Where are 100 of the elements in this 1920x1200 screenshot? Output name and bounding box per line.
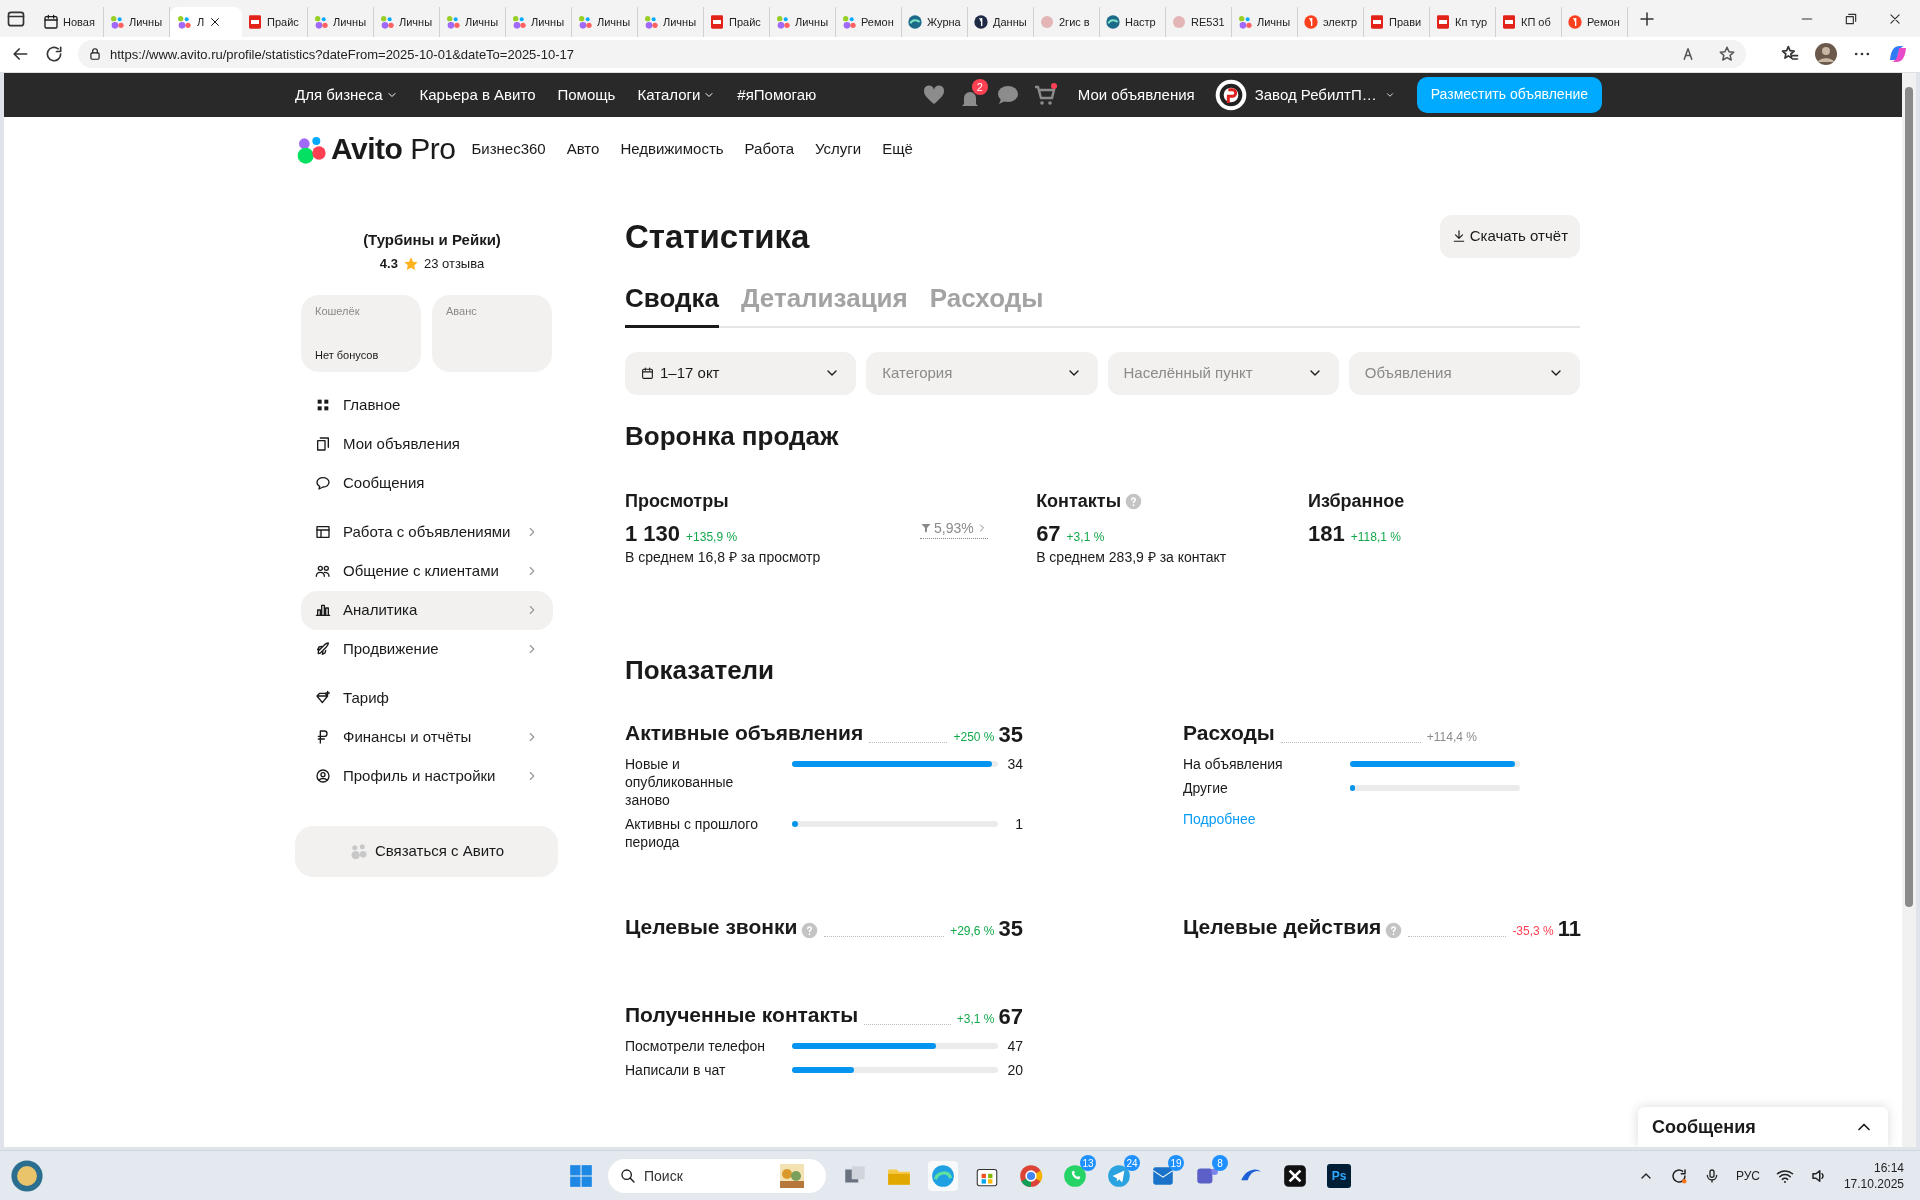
scrollbar[interactable]: [1902, 72, 1916, 1148]
nav-link[interactable]: Авто: [566, 137, 600, 161]
taskbar-app[interactable]: Ps: [1327, 1164, 1351, 1189]
bar-value: 1: [1014, 814, 1023, 833]
windows-start-icon[interactable]: [568, 1163, 594, 1190]
sidebar-item[interactable]: Продвижение: [301, 629, 553, 669]
circle-icon: [1171, 14, 1187, 30]
wallet-card[interactable]: Кошелёк Нет бонусов: [301, 294, 421, 372]
metric-value: 35: [998, 914, 1023, 943]
clock[interactable]: 16:14 17.10.2025: [1843, 1159, 1904, 1192]
section-heading: Воронка продаж: [625, 419, 840, 453]
nav-link[interactable]: Работа: [744, 137, 795, 161]
contact-avito-button[interactable]: Связаться с Авито: [295, 825, 558, 877]
circle-icon: [1039, 14, 1055, 30]
nav-link[interactable]: Услуги: [815, 137, 862, 161]
pdf-file-icon: [1369, 14, 1385, 30]
people-icon: [315, 563, 331, 580]
new-tab-icon[interactable]: [1638, 9, 1656, 28]
metric-title: Расходы: [1183, 720, 1275, 747]
metric-title: Полученные контакты: [625, 1002, 859, 1029]
bar-label: Посмотрели телефон: [625, 1036, 766, 1055]
dots-icon: [775, 14, 791, 30]
avito-pro-logo[interactable]: Avito Pro: [295, 132, 456, 165]
chat-bubble-icon: [315, 475, 331, 492]
metric-value: 67: [1036, 519, 1061, 548]
notification-badge: 19: [1168, 1155, 1184, 1172]
bar-value: 34: [1006, 754, 1023, 773]
header-link[interactable]: Для бизнеса: [295, 83, 398, 107]
notification-badge: 24: [1124, 1155, 1140, 1172]
nav-link[interactable]: Недвижимость: [620, 137, 724, 161]
pdf-file-icon: [709, 14, 725, 30]
close-icon[interactable]: [209, 16, 222, 28]
average-note: В среднем 16,8 ₽ за просмотр: [625, 547, 822, 567]
weather-icon[interactable]: [10, 1158, 44, 1193]
star-icon: [402, 255, 419, 272]
bar-chart-icon: [315, 602, 331, 619]
header-link[interactable]: #яПомогаю: [737, 83, 817, 107]
browser-icon[interactable]: [930, 1163, 956, 1190]
bar-label: Другие: [1183, 778, 1229, 797]
dots-icon: [643, 14, 659, 30]
nav-link[interactable]: Ещё: [882, 137, 913, 161]
metric-title: Активные объявления: [625, 720, 864, 747]
search-icon: [620, 1168, 636, 1185]
sidebar-item[interactable]: Работа с объявлениями: [301, 512, 553, 552]
circle-logo-icon: [1303, 14, 1319, 30]
metric-title: Целевые звонки: [625, 914, 798, 941]
close-icon[interactable]: [1888, 11, 1902, 26]
metric-value: 35: [998, 720, 1023, 749]
sidebar-item[interactable]: Мои объявления: [301, 424, 553, 464]
sidebar-item[interactable]: Общение с клиентами: [301, 551, 553, 591]
language-indicator[interactable]: РУС: [1735, 1166, 1760, 1185]
dots-icon: [1237, 14, 1253, 30]
ruble-icon: [315, 729, 331, 746]
bar-label: Новые и опубликованные заново: [625, 754, 735, 809]
notification-badge: 2: [971, 78, 988, 95]
conversion-link[interactable]: 5,93%: [920, 518, 988, 539]
messages-panel[interactable]: Сообщения: [1638, 1107, 1888, 1148]
sidebar-item[interactable]: Главное: [301, 385, 553, 425]
header-link[interactable]: Каталоги: [637, 83, 716, 107]
metric-title: Контакты: [1036, 490, 1121, 514]
change-percent: +29,6 %: [950, 922, 995, 940]
profile-avatar-icon[interactable]: [1814, 42, 1838, 67]
browser-tab[interactable]: Л: [170, 7, 242, 37]
circle-logo-icon: [973, 14, 989, 30]
swirl-icon: [907, 14, 923, 30]
address-bar[interactable]: https://www.avito.ru/profile/statistics?dateFrom=2025-10-01&dateTo=2025-10-17: [78, 40, 1746, 69]
refresh-icon[interactable]: [44, 44, 64, 65]
sidebar-item[interactable]: Профиль и настройки: [301, 756, 553, 796]
account-menu[interactable]: Завод РебилтП…: [1214, 78, 1395, 111]
restore-icon[interactable]: [1844, 11, 1858, 26]
dots-icon: [445, 14, 461, 30]
filter-icon: [920, 522, 932, 535]
header-link[interactable]: Помощь: [557, 83, 616, 107]
nav-link[interactable]: Бизнес360: [471, 137, 546, 161]
change-percent: +3,1 %: [1066, 528, 1105, 546]
sync-icon[interactable]: [1669, 1166, 1688, 1185]
reviews-link[interactable]: 23 отзыва: [423, 254, 485, 274]
favorite-star-icon[interactable]: [1718, 45, 1736, 64]
chrome-icon[interactable]: [1018, 1163, 1044, 1190]
page-title: Статистика: [625, 216, 810, 257]
change-percent: +250 %: [953, 728, 995, 746]
taskbar-search-field[interactable]: Поиск: [608, 1159, 826, 1194]
bar-label: Написали в чат: [625, 1060, 727, 1079]
sidebar-item[interactable]: Сообщения: [301, 463, 553, 503]
date-range-select[interactable]: 1–17 окт: [625, 351, 857, 395]
stats-tab[interactable]: Сводка: [625, 271, 719, 328]
dots-icon: [313, 14, 329, 30]
calendar-icon: [641, 366, 654, 380]
change-percent: +118,1 %: [1350, 528, 1401, 546]
download-report-button[interactable]: Скачать отчёт: [1439, 214, 1580, 258]
notification-badge: 13: [1080, 1155, 1096, 1172]
sidebar-item[interactable]: Тариф: [301, 678, 553, 718]
account-avatar-icon: [1214, 78, 1247, 111]
header-link[interactable]: Мои объявления: [1077, 83, 1195, 107]
user-circle-icon: [315, 768, 331, 785]
header-link[interactable]: Карьера в Авито: [419, 83, 536, 107]
sidebar-item[interactable]: Аналитика: [301, 590, 553, 630]
metric-value: 67: [998, 1002, 1023, 1031]
sidebar-item[interactable]: Финансы и отчёты: [301, 717, 553, 757]
dots-icon: [577, 14, 593, 30]
